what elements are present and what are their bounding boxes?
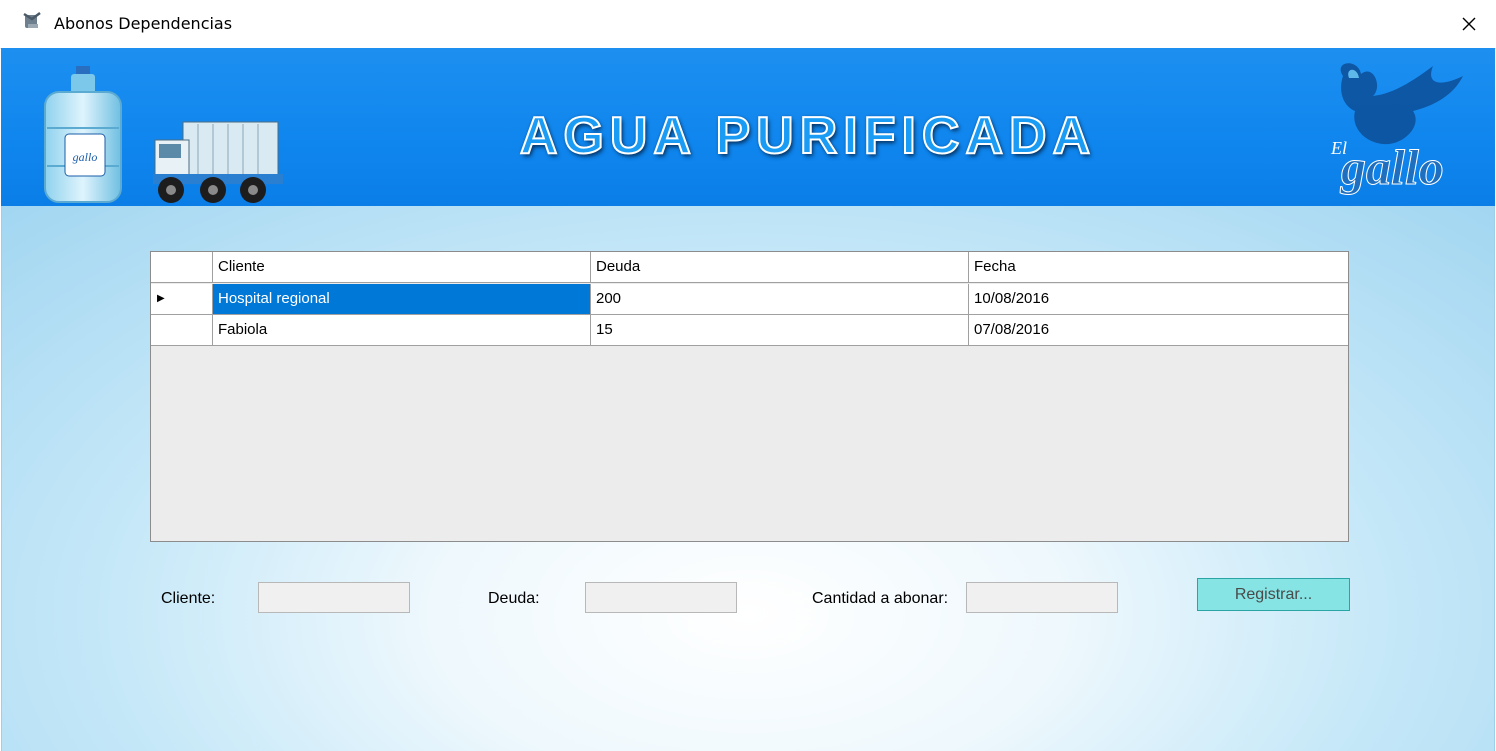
title-bar: Abonos Dependencias xyxy=(0,0,1496,49)
row-header-corner[interactable] xyxy=(151,252,213,282)
deuda-label: Deuda: xyxy=(488,590,540,607)
cliente-field[interactable] xyxy=(258,582,410,613)
main-panel: Cliente Deuda Fecha ▶ Hospital regional … xyxy=(1,206,1495,751)
column-header-deuda[interactable]: Deuda xyxy=(591,252,969,282)
table-row[interactable]: Fabiola 15 07/08/2016 xyxy=(151,315,1348,346)
app-icon xyxy=(23,12,41,28)
register-button[interactable]: Registrar... xyxy=(1197,578,1350,611)
debts-grid[interactable]: Cliente Deuda Fecha ▶ Hospital regional … xyxy=(150,251,1349,542)
close-icon xyxy=(1462,17,1476,30)
column-header-cliente[interactable]: Cliente xyxy=(213,252,591,282)
column-header-fecha[interactable]: Fecha xyxy=(969,252,1348,282)
cell-cliente[interactable]: Hospital regional xyxy=(213,284,591,314)
el-gallo-logo: El gallo xyxy=(1330,63,1463,196)
cantidad-label: Cantidad a abonar: xyxy=(812,590,949,607)
table-row[interactable]: ▶ Hospital regional 200 10/08/2016 xyxy=(151,284,1348,315)
cantidad-field[interactable] xyxy=(966,582,1118,613)
close-button[interactable] xyxy=(1442,0,1496,47)
logo-word-gallo: gallo xyxy=(1340,139,1444,195)
banner-title: AGUA PURIFICADA xyxy=(519,106,1097,166)
cliente-label: Cliente: xyxy=(161,590,216,607)
cell-deuda[interactable]: 15 xyxy=(591,315,969,345)
grid-header-row: Cliente Deuda Fecha xyxy=(151,252,1348,283)
cell-fecha[interactable]: 10/08/2016 xyxy=(969,284,1348,314)
cell-deuda[interactable]: 200 xyxy=(591,284,969,314)
row-selector[interactable] xyxy=(151,315,213,345)
window-title: Abonos Dependencias xyxy=(54,14,233,33)
header-banner: gallo AGUA PURIFICADA El gallo xyxy=(1,48,1495,206)
deuda-field[interactable] xyxy=(585,582,737,613)
row-selector-icon[interactable]: ▶ xyxy=(151,284,213,314)
cell-cliente[interactable]: Fabiola xyxy=(213,315,591,345)
cell-fecha[interactable]: 07/08/2016 xyxy=(969,315,1348,345)
